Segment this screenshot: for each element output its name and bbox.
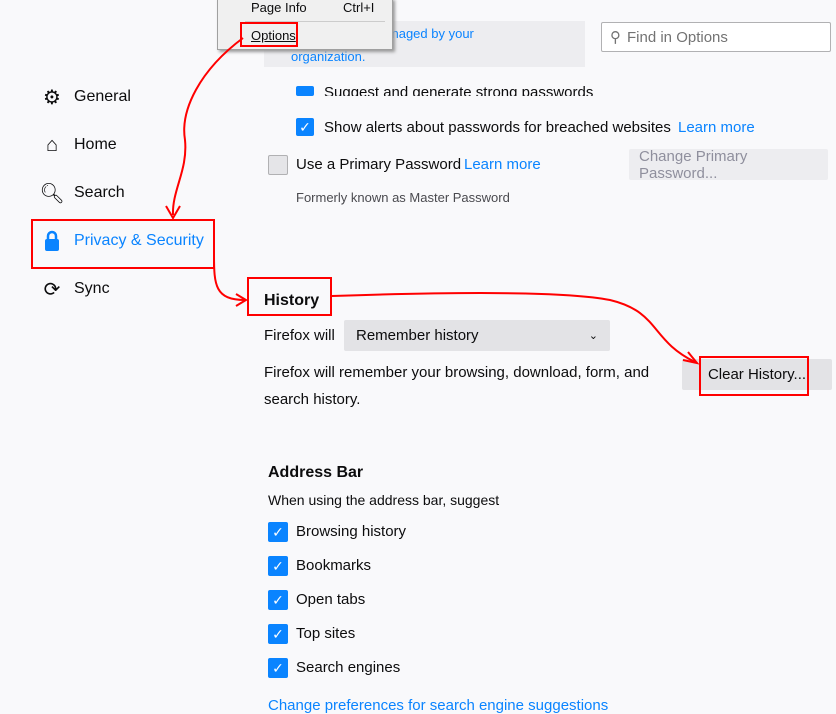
- arrow-privacy-to-history: [213, 254, 246, 301]
- annotation-arrows: [165, 37, 700, 365]
- arrow-history-to-clear: [331, 292, 696, 363]
- arrow-options-to-privacy: [171, 37, 244, 216]
